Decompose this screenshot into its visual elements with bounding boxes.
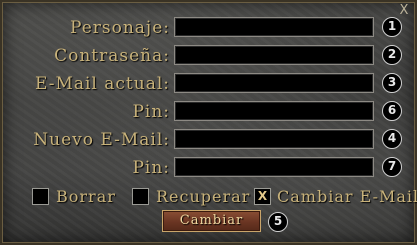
account-dialog: X Personaje: 1 Contraseña: 2 E-Mail actu… [0,0,417,245]
step-badge-3: 3 [382,73,402,93]
cambiar-email-checkbox[interactable]: X [254,188,271,205]
form-row-personaje: Personaje: 1 [2,17,417,39]
step-badge-2: 2 [382,45,402,65]
personaje-label: Personaje: [70,18,170,38]
form-row-email-actual: E-Mail actual: 3 [2,73,417,95]
pin-label-1: Pin: [132,102,170,122]
form-row-contrasena: Contraseña: 2 [2,45,417,67]
email-actual-input[interactable] [174,73,374,93]
email-actual-label: E-Mail actual: [34,74,170,94]
options-row: Borrar Recuperar X Cambiar E-Mail [2,187,417,207]
contrasena-label: Contraseña: [54,46,170,66]
form-row-nuevo-email: Nuevo E-Mail: 4 [2,129,417,151]
contrasena-input[interactable] [174,45,374,65]
nuevo-email-input[interactable] [174,129,374,149]
borrar-label[interactable]: Borrar [56,187,116,206]
step-badge-6: 6 [382,101,402,121]
close-icon[interactable]: X [397,4,411,18]
step-badge-7: 7 [382,157,402,177]
step-badge-1: 1 [382,17,402,37]
cambiar-button[interactable]: Cambiar [162,210,261,232]
pin-input-2[interactable] [174,157,374,177]
step-badge-5: 5 [268,212,288,232]
personaje-input[interactable] [174,17,374,37]
borrar-checkbox[interactable] [32,188,49,205]
pin-input-1[interactable] [174,101,374,121]
form-row-pin-2: Pin: 7 [2,157,417,179]
form-row-pin-1: Pin: 6 [2,101,417,123]
cambiar-email-label[interactable]: Cambiar E-Mail [277,187,417,206]
nuevo-email-label: Nuevo E-Mail: [33,130,170,150]
pin-label-2: Pin: [132,158,170,178]
recuperar-label[interactable]: Recuperar [156,187,250,206]
step-badge-4: 4 [382,129,402,149]
recuperar-checkbox[interactable] [132,188,149,205]
